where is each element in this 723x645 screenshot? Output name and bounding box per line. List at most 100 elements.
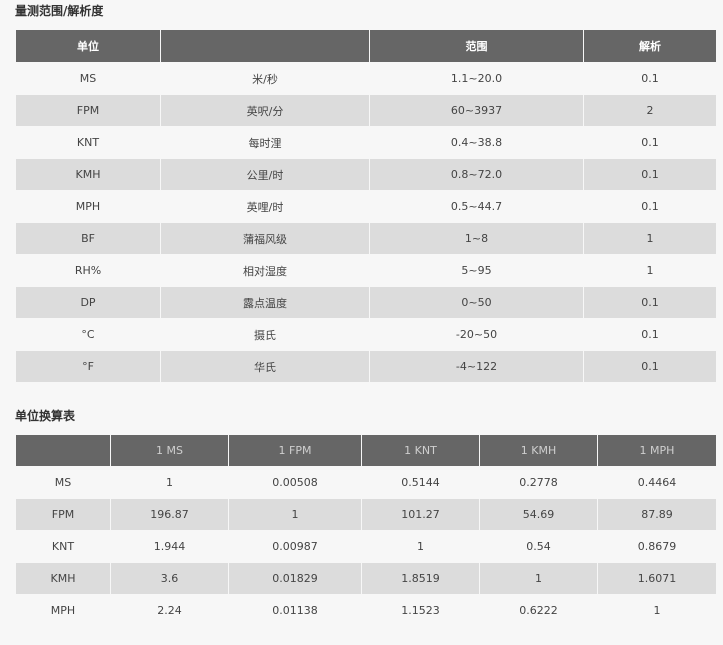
cell-value: 0.01829: [228, 562, 362, 595]
cell-value: 1: [361, 530, 480, 563]
cell-description: 露点温度: [160, 286, 370, 319]
cell-unit: DP: [15, 286, 161, 319]
cell-range: 0.4~38.8: [369, 126, 584, 159]
unit-conversion-table: 1 MS 1 FPM 1 KNT 1 KMH 1 MPH MS 1 0.0050…: [15, 434, 717, 627]
cell-unit: °F: [15, 350, 161, 383]
cell-value: 0.01138: [228, 594, 362, 627]
cell-description: 摄氏: [160, 318, 370, 351]
header-1-knt: 1 KNT: [361, 434, 480, 467]
table-row: MPH 英哩/时 0.5~44.7 0.1: [15, 190, 717, 223]
cell-value: 87.89: [597, 498, 717, 531]
cell-unit: RH%: [15, 254, 161, 287]
range-resolution-table: 单位 范围 解析 MS 米/秒 1.1~20.0 0.1 FPM 英呎/分 60…: [15, 29, 717, 383]
cell-value: 0.2778: [479, 466, 598, 499]
cell-description: 华氏: [160, 350, 370, 383]
table-row: RH% 相对湿度 5~95 1: [15, 254, 717, 287]
table-row: FPM 196.87 1 101.27 54.69 87.89: [15, 498, 717, 531]
cell-value: 1.1523: [361, 594, 480, 627]
cell-unit: KNT: [15, 530, 111, 563]
table-row: KNT 每时浬 0.4~38.8 0.1: [15, 126, 717, 159]
cell-value: 1: [228, 498, 362, 531]
cell-value: 1: [479, 562, 598, 595]
cell-value: 0.5144: [361, 466, 480, 499]
range-section-title: 量测范围/解析度: [15, 4, 104, 18]
cell-resolution: 1: [583, 254, 717, 287]
table-header-row: 1 MS 1 FPM 1 KNT 1 KMH 1 MPH: [15, 434, 717, 467]
table-row: MS 1 0.00508 0.5144 0.2778 0.4464: [15, 466, 717, 499]
cell-value: 0.54: [479, 530, 598, 563]
cell-resolution: 0.1: [583, 158, 717, 191]
table-header-row: 单位 范围 解析: [15, 29, 717, 63]
cell-value: 101.27: [361, 498, 480, 531]
cell-range: -4~122: [369, 350, 584, 383]
cell-range: -20~50: [369, 318, 584, 351]
cell-description: 蒲福风级: [160, 222, 370, 255]
cell-resolution: 0.1: [583, 190, 717, 223]
cell-value: 3.6: [110, 562, 229, 595]
header-resolution: 解析: [583, 29, 717, 63]
cell-value: 0.00987: [228, 530, 362, 563]
conversion-section-title: 单位换算表: [15, 409, 76, 423]
cell-value: 1.6071: [597, 562, 717, 595]
cell-resolution: 0.1: [583, 286, 717, 319]
cell-value: 0.00508: [228, 466, 362, 499]
cell-value: 54.69: [479, 498, 598, 531]
header-corner: [15, 434, 111, 467]
cell-unit: MS: [15, 466, 111, 499]
cell-value: 1.8519: [361, 562, 480, 595]
table-row: MS 米/秒 1.1~20.0 0.1: [15, 62, 717, 95]
cell-unit: KMH: [15, 562, 111, 595]
cell-description: 相对湿度: [160, 254, 370, 287]
cell-value: 0.6222: [479, 594, 598, 627]
table-row: DP 露点温度 0~50 0.1: [15, 286, 717, 319]
header-range: 范围: [369, 29, 584, 63]
table-row: °C 摄氏 -20~50 0.1: [15, 318, 717, 351]
cell-unit: FPM: [15, 94, 161, 127]
cell-range: 0.5~44.7: [369, 190, 584, 223]
header-unit: 单位: [15, 29, 161, 63]
cell-range: 5~95: [369, 254, 584, 287]
cell-range: 60~3937: [369, 94, 584, 127]
cell-unit: °C: [15, 318, 161, 351]
cell-resolution: 0.1: [583, 126, 717, 159]
cell-range: 1.1~20.0: [369, 62, 584, 95]
table-row: BF 蒲福风级 1~8 1: [15, 222, 717, 255]
cell-value: 1: [110, 466, 229, 499]
cell-value: 2.24: [110, 594, 229, 627]
cell-unit: KNT: [15, 126, 161, 159]
cell-unit: BF: [15, 222, 161, 255]
header-description: [160, 29, 370, 63]
table-row: KMH 公里/时 0.8~72.0 0.1: [15, 158, 717, 191]
table-row: MPH 2.24 0.01138 1.1523 0.6222 1: [15, 594, 717, 627]
cell-resolution: 1: [583, 222, 717, 255]
table-row: KMH 3.6 0.01829 1.8519 1 1.6071: [15, 562, 717, 595]
cell-unit: KMH: [15, 158, 161, 191]
cell-description: 每时浬: [160, 126, 370, 159]
cell-resolution: 0.1: [583, 350, 717, 383]
table-row: KNT 1.944 0.00987 1 0.54 0.8679: [15, 530, 717, 563]
header-1-mph: 1 MPH: [597, 434, 717, 467]
table-row: FPM 英呎/分 60~3937 2: [15, 94, 717, 127]
cell-description: 公里/时: [160, 158, 370, 191]
cell-value: 0.4464: [597, 466, 717, 499]
cell-description: 英呎/分: [160, 94, 370, 127]
cell-range: 0.8~72.0: [369, 158, 584, 191]
cell-value: 196.87: [110, 498, 229, 531]
cell-description: 米/秒: [160, 62, 370, 95]
table-row: °F 华氏 -4~122 0.1: [15, 350, 717, 383]
cell-range: 1~8: [369, 222, 584, 255]
header-1-ms: 1 MS: [110, 434, 229, 467]
cell-resolution: 2: [583, 94, 717, 127]
cell-resolution: 0.1: [583, 62, 717, 95]
cell-range: 0~50: [369, 286, 584, 319]
cell-value: 1.944: [110, 530, 229, 563]
cell-unit: MPH: [15, 594, 111, 627]
cell-unit: MS: [15, 62, 161, 95]
header-1-kmh: 1 KMH: [479, 434, 598, 467]
cell-value: 0.8679: [597, 530, 717, 563]
cell-unit: FPM: [15, 498, 111, 531]
cell-unit: MPH: [15, 190, 161, 223]
cell-description: 英哩/时: [160, 190, 370, 223]
cell-resolution: 0.1: [583, 318, 717, 351]
header-1-fpm: 1 FPM: [228, 434, 362, 467]
